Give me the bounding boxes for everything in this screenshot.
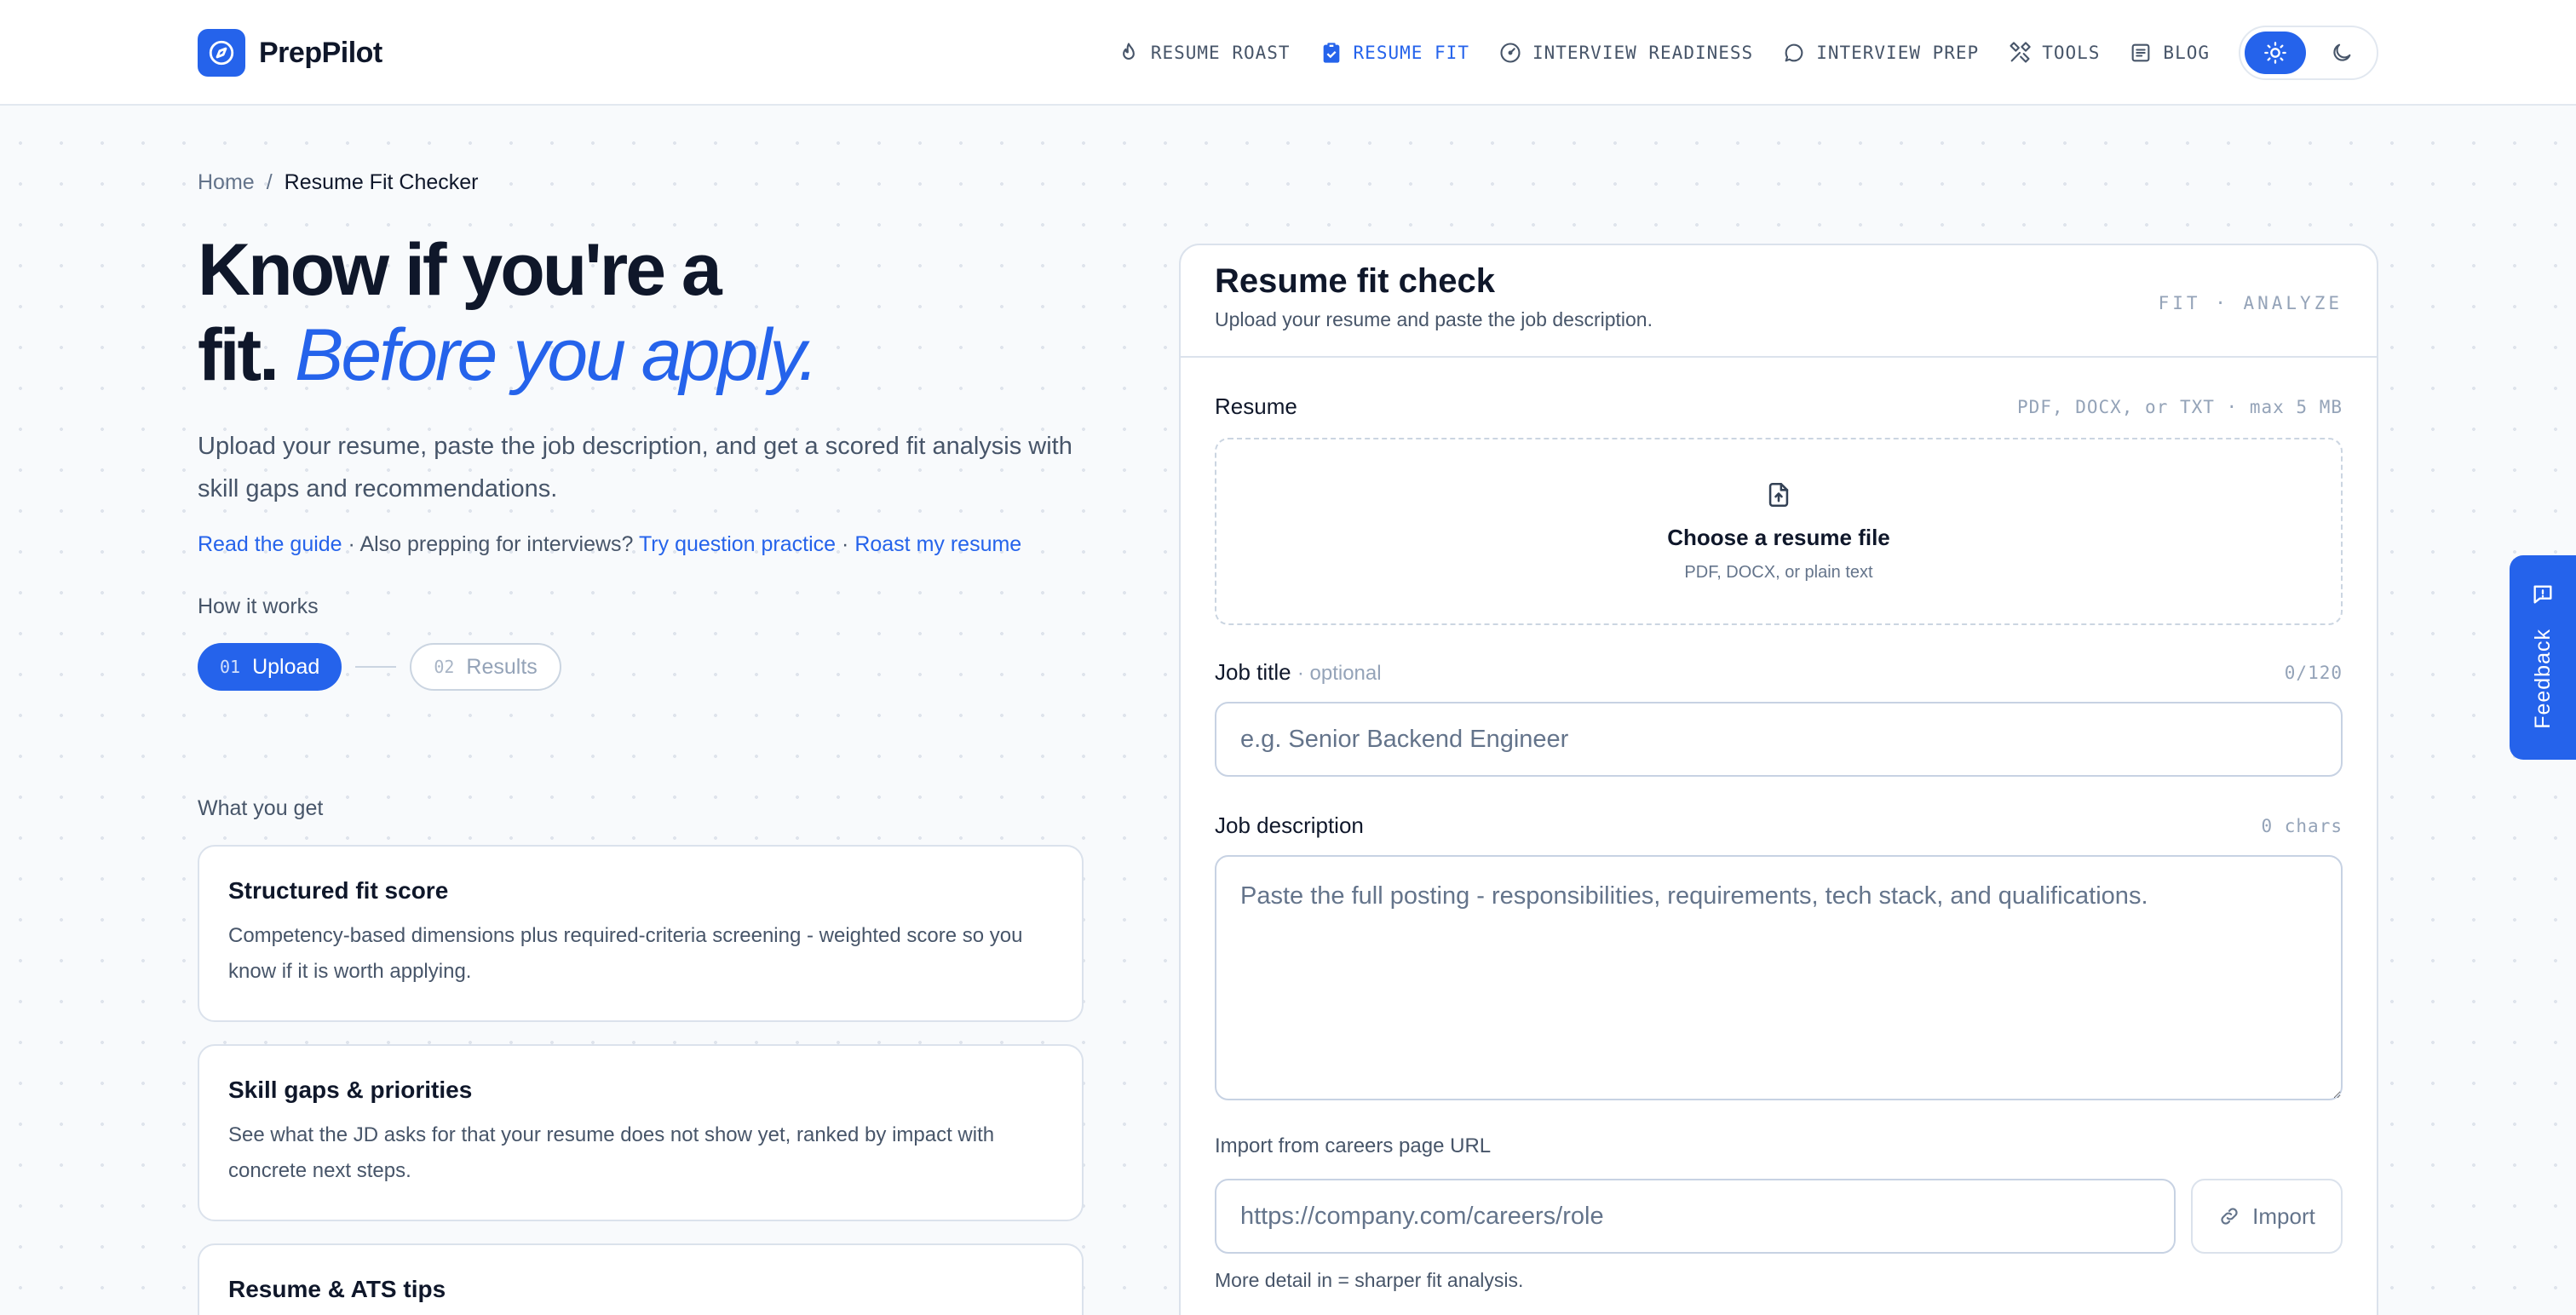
nav-interview-prep[interactable]: INTERVIEW PREP	[1782, 41, 1979, 65]
form-header: Resume fit check Upload your resume and …	[1181, 245, 2377, 358]
read-guide-link[interactable]: Read the guide	[198, 532, 342, 556]
nav-resume-fit[interactable]: RESUME FIT	[1320, 41, 1469, 65]
flame-icon	[1122, 43, 1135, 60]
nav-tools[interactable]: TOOLS	[2008, 41, 2100, 65]
theme-toggle	[2239, 26, 2378, 80]
job-title-field-header: Job title · optional 0/120	[1215, 659, 2343, 686]
main-nav: RESUME ROAST RESUME FIT INTERVIEW READIN…	[1117, 26, 2378, 80]
link-separator: ·	[842, 532, 849, 556]
form-tag: FIT · ANALYZE	[2158, 293, 2343, 313]
job-description-counter: 0 chars	[2261, 815, 2343, 836]
roast-resume-link[interactable]: Roast my resume	[854, 532, 1021, 556]
file-upload-icon	[1768, 482, 1789, 508]
feature-card-title: Structured fit score	[228, 877, 449, 904]
resume-dropzone[interactable]: Choose a resume file PDF, DOCX, or plain…	[1215, 438, 2343, 625]
job-description-field-header: Job description 0 chars	[1215, 813, 2343, 839]
job-description-textarea[interactable]	[1215, 855, 2343, 1100]
feedback-label: Feedback	[2530, 629, 2555, 729]
form-hint: More detail in = sharper fit analysis.	[1215, 1269, 1524, 1291]
breadcrumb-home[interactable]: Home	[198, 170, 255, 195]
nav-label: BLOG	[2163, 43, 2210, 63]
nav-label: RESUME ROAST	[1150, 43, 1291, 63]
import-button-label: Import	[2252, 1203, 2315, 1229]
job-title-label-text: Job title	[1215, 659, 1291, 685]
step-connector	[355, 666, 397, 668]
nav-label: TOOLS	[2042, 43, 2101, 63]
import-url-label: Import from careers page URL	[1215, 1134, 1492, 1157]
resume-fit-form: Resume fit check Upload your resume and …	[1179, 244, 2378, 1315]
tools-icon	[2010, 42, 2031, 63]
step-number: 01	[220, 657, 241, 677]
job-title-label: Job title · optional	[1215, 659, 1382, 686]
step-upload[interactable]: 01 Upload	[198, 643, 342, 691]
dropzone-subtitle: PDF, DOCX, or plain text	[1684, 563, 1873, 582]
related-links: Read the guide · Also prepping for inter…	[198, 532, 1084, 557]
feedback-tab[interactable]: Feedback	[2510, 555, 2576, 760]
job-title-counter: 0/120	[2284, 662, 2343, 683]
how-it-works-label: How it works	[198, 594, 319, 618]
clipboard-check-icon	[1323, 43, 1339, 63]
resume-field-header: Resume PDF, DOCX, or TXT · max 5 MB	[1215, 393, 2343, 420]
feature-card: Resume & ATS tips	[198, 1243, 1084, 1315]
nav-label: INTERVIEW READINESS	[1532, 43, 1754, 63]
article-icon	[2132, 43, 2150, 62]
optional-tag: · optional	[1297, 662, 1382, 685]
step-results[interactable]: 02 Results	[410, 643, 561, 691]
nav-label: RESUME FIT	[1353, 43, 1469, 63]
breadcrumb-current: Resume Fit Checker	[284, 170, 479, 194]
compass-icon	[198, 29, 245, 77]
page-title: Know if you're a fit. Before you apply.	[198, 227, 1084, 398]
feature-card-title: Skill gaps & priorities	[228, 1077, 473, 1103]
nav-label: INTERVIEW PREP	[1816, 43, 1980, 63]
top-header: PrepPilot RESUME ROAST RESUME FIT INTERV…	[0, 0, 2576, 106]
sun-icon	[2264, 42, 2286, 64]
nav-blog[interactable]: BLOG	[2129, 41, 2210, 65]
import-field-header: Import from careers page URL	[1215, 1134, 2343, 1158]
brand-logo[interactable]: PrepPilot	[198, 29, 382, 77]
job-title-input[interactable]	[1215, 702, 2343, 777]
dropzone-title: Choose a resume file	[1667, 525, 1890, 550]
breadcrumb-separator: /	[266, 170, 273, 194]
feature-card: Skill gaps & priorities See what the JD …	[198, 1044, 1084, 1221]
import-button[interactable]: Import	[2191, 1179, 2343, 1254]
what-you-get-label: What you get	[198, 796, 324, 820]
careers-url-input[interactable]	[1215, 1179, 2176, 1254]
hero-description: Upload your resume, paste the job descri…	[198, 433, 1072, 502]
resume-label: Resume	[1215, 393, 1297, 419]
breadcrumb: Home / Resume Fit Checker	[198, 170, 1084, 195]
feature-card-description: See what the JD asks for that your resum…	[228, 1123, 995, 1182]
resume-format-hint: PDF, DOCX, or TXT · max 5 MB	[2016, 396, 2343, 417]
step-number: 02	[434, 657, 455, 677]
interview-prompt: Also prepping for interviews?	[359, 532, 634, 556]
brand-name: PrepPilot	[259, 36, 382, 69]
question-practice-link[interactable]: Try question practice	[639, 532, 836, 556]
hero-line-1: Know if you're a	[198, 229, 722, 311]
step-indicator: 01 Upload 02 Results	[198, 643, 1084, 691]
step-label: Upload	[252, 654, 320, 679]
nav-resume-roast[interactable]: RESUME ROAST	[1117, 41, 1291, 65]
job-description-label: Job description	[1215, 813, 1364, 838]
link-icon	[2221, 1208, 2238, 1225]
form-title: Resume fit check	[1215, 262, 1496, 300]
hero-line-2: fit.	[198, 314, 279, 396]
message-icon	[2533, 585, 2552, 604]
moon-icon	[2333, 43, 2351, 61]
light-theme-button[interactable]	[2245, 32, 2306, 74]
intro-column: Home / Resume Fit Checker Know if you're…	[198, 170, 1084, 1315]
hero-accent: Before you apply.	[294, 314, 819, 396]
nav-interview-readiness[interactable]: INTERVIEW READINESS	[1498, 41, 1753, 65]
step-label: Results	[466, 654, 538, 679]
feature-card: Structured fit score Competency-based di…	[198, 845, 1084, 1022]
gauge-icon	[1500, 43, 1521, 63]
feature-card-title: Resume & ATS tips	[228, 1276, 446, 1302]
chat-bubble-icon	[1785, 43, 1803, 62]
link-separator: ·	[348, 532, 355, 556]
dark-theme-button[interactable]	[2311, 32, 2372, 74]
feature-card-description: Competency-based dimensions plus require…	[228, 924, 1023, 983]
form-subtitle: Upload your resume and paste the job des…	[1215, 308, 1653, 330]
